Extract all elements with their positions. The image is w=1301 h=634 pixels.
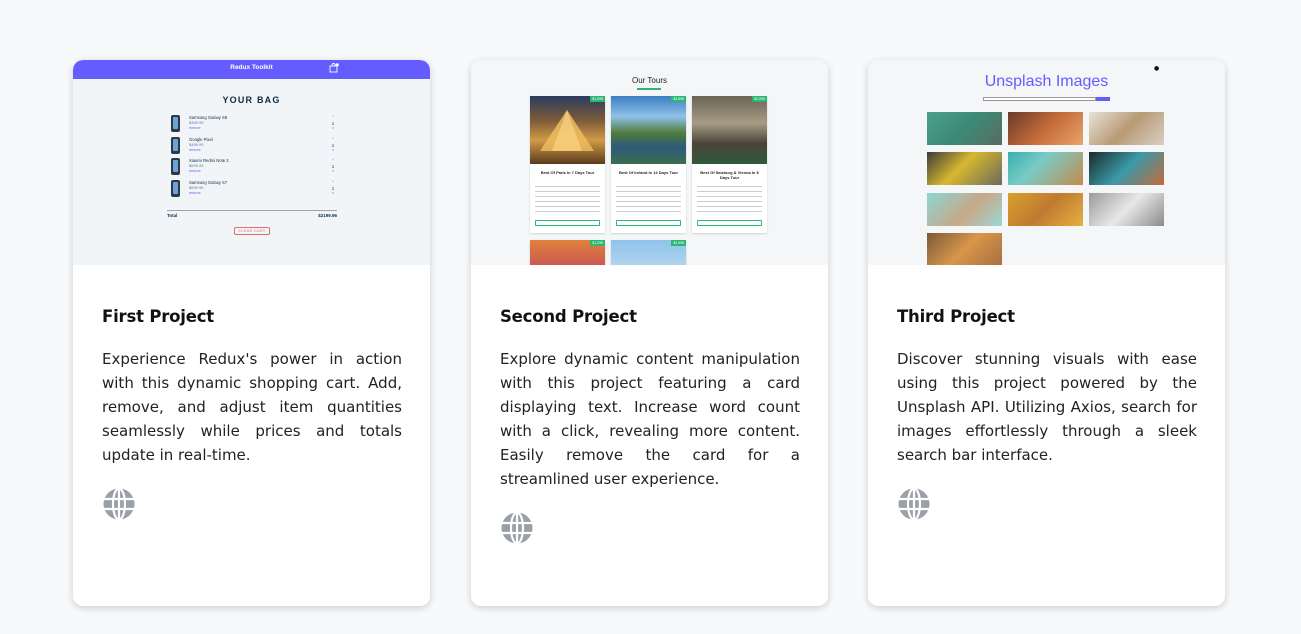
phone-image (171, 158, 180, 175)
preview-tour-card: $3,895 Best Of Ireland In 14 Days Tour (611, 96, 686, 233)
preview-item-price: $599.99 (189, 185, 204, 190)
cat-image (927, 152, 1002, 185)
preview-item-price: $499.99 (189, 142, 204, 147)
tour-text-lines (697, 184, 762, 214)
project-title: First Project (102, 307, 214, 326)
tour-image (611, 96, 686, 164)
cat-image (1089, 112, 1164, 145)
project-description: Explore dynamic content manipulation wit… (500, 350, 800, 488)
preview-item-price: $699.99 (189, 163, 204, 168)
phone-image (171, 180, 180, 197)
cat-image (927, 193, 1002, 226)
cat-image (927, 233, 1002, 265)
preview-item-amount: ^ 1 v (331, 180, 335, 195)
phone-image (171, 115, 180, 132)
preview-tour-card: $2,595 (611, 240, 686, 265)
globe-icon[interactable] (897, 487, 931, 521)
preview-bag-title: YOUR BAG (222, 95, 281, 105)
cat-image (1089, 152, 1164, 185)
preview-search-input (983, 97, 1096, 101)
heading-underline (637, 88, 661, 90)
preview-item-price: $399.99 (189, 120, 204, 125)
tour-image (530, 96, 605, 164)
preview-tour-card: $1,995 Best Of Paris In 7 Days Tour (530, 96, 605, 233)
preview-cart-item: Google Pixel $499.99 remove ^ 1 v (171, 137, 336, 157)
divider (167, 210, 337, 211)
globe-icon[interactable] (500, 511, 534, 545)
preview-navbar: Redux Toolkit (73, 60, 430, 79)
preview-tour-card: $1,295 (530, 240, 605, 265)
cat-image (927, 112, 1002, 145)
tour-name: Best Of Paris In 7 Days Tour (540, 170, 595, 175)
project-card-2: Our Tours $1,995 Best Of Paris In 7 Days… (471, 60, 828, 606)
preview-nav-title: Redux Toolkit (230, 64, 273, 71)
project-description: Discover stunning visuals with ease usin… (897, 350, 1197, 464)
preview-heading: Unsplash Images (984, 73, 1109, 90)
tour-price: $2,695 (752, 96, 767, 102)
preview-item-amount: ^ 1 v (331, 115, 335, 130)
preview-total-value: $2199.96 (318, 213, 337, 218)
project-title: Third Project (897, 307, 1015, 326)
cat-image (1089, 193, 1164, 226)
cat-image (1008, 193, 1083, 226)
preview-tour-card: $2,695 Best Of Salzburg & Vienna In 8 Da… (692, 96, 767, 233)
tour-name: Best Of Ireland In 14 Days Tour (618, 170, 679, 175)
tour-text-lines (616, 184, 681, 214)
project-preview-image: Redux Toolkit YOUR BAG Samsung Galaxy S8… (73, 60, 430, 265)
project-title: Second Project (500, 307, 637, 326)
preview-total-label: Total (167, 213, 178, 218)
cart-icon (329, 63, 339, 73)
tour-text-lines (535, 184, 600, 214)
preview-search-button (1096, 97, 1110, 101)
globe-icon[interactable] (102, 487, 136, 521)
cat-image (1008, 152, 1083, 185)
preview-cart-item: Samsung Galaxy S8 $399.99 remove ^ 1 v (171, 115, 336, 135)
project-description: Experience Redux's power in action with … (102, 350, 402, 464)
project-preview-image: Our Tours $1,995 Best Of Paris In 7 Days… (471, 60, 828, 265)
project-card-3: ● Unsplash Images Third Project Discover… (868, 60, 1225, 606)
preview-item-amount: ^ 1 v (331, 137, 335, 152)
tour-price: $3,895 (671, 96, 686, 102)
preview-item-remove: remove (189, 169, 201, 173)
tour-image (692, 96, 767, 164)
tour-price: $2,595 (671, 240, 686, 246)
card-body: Third Project Discover stunning visuals … (897, 307, 1197, 521)
pyramid-image (540, 110, 594, 151)
tour-name: Best Of Salzburg & Vienna In 8 Days Tour (700, 170, 759, 180)
cat-image (1008, 112, 1083, 145)
tour-price: $1,295 (590, 240, 605, 246)
project-preview-image: ● Unsplash Images (868, 60, 1225, 265)
card-body: Second Project Explore dynamic content m… (500, 307, 800, 545)
preview-cart-item: Xiaomi Redmi Note 2 $699.99 remove ^ 1 v (171, 158, 336, 178)
phone-image (171, 137, 180, 154)
preview-item-amount: ^ 1 v (331, 158, 335, 173)
preview-item-remove: remove (189, 126, 201, 130)
cursor-dot: ● (1154, 65, 1160, 72)
preview-item-remove: remove (189, 191, 201, 195)
tour-button (535, 220, 600, 226)
preview-item-remove: remove (189, 148, 201, 152)
preview-cart-item: Samsung Galaxy S7 $599.99 remove ^ 1 v (171, 180, 336, 200)
tour-button (697, 220, 762, 226)
preview-clear-cart: CLEAR CART (234, 227, 270, 235)
card-body: First Project Experience Redux's power i… (102, 307, 402, 521)
project-card-1: Redux Toolkit YOUR BAG Samsung Galaxy S8… (73, 60, 430, 606)
preview-heading: Our Tours (632, 76, 667, 85)
tour-button (616, 220, 681, 226)
tour-price: $1,995 (590, 96, 605, 102)
